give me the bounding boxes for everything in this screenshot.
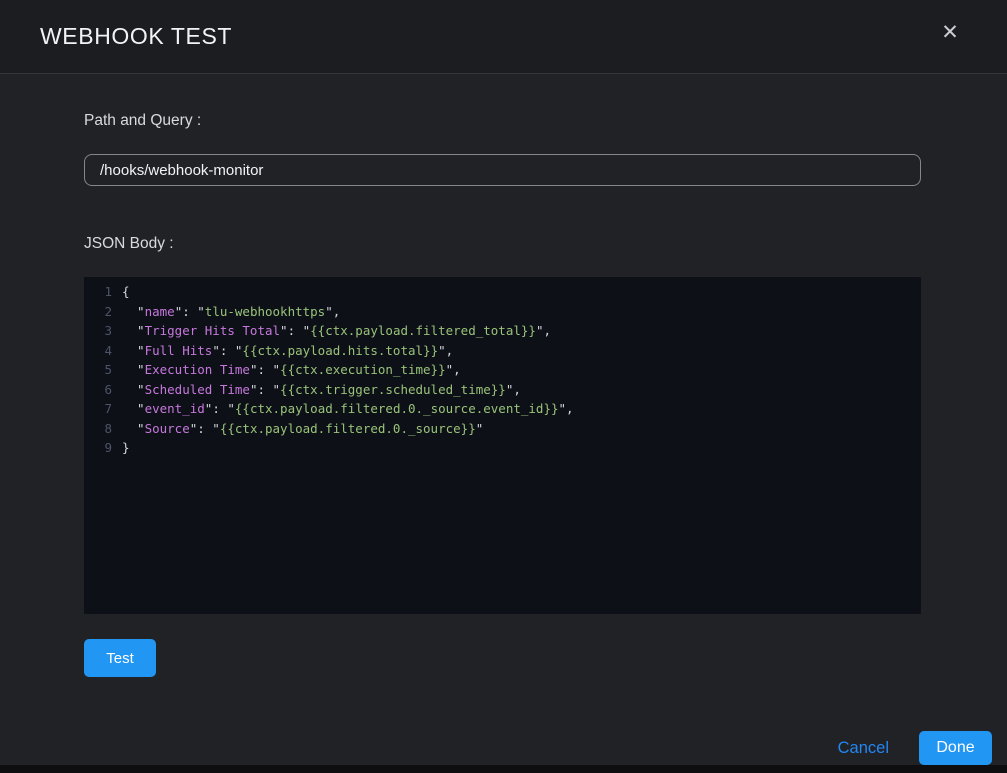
code-line: 3 "Trigger Hits Total": "{{ctx.payload.f… [84, 321, 921, 341]
dialog-footer: Cancel Done [838, 731, 992, 765]
line-number: 2 [84, 302, 112, 322]
line-number: 1 [84, 282, 112, 302]
code-text: "Execution Time": "{{ctx.execution_time}… [112, 360, 461, 380]
code-text: "event_id": "{{ctx.payload.filtered.0._s… [112, 399, 574, 419]
code-line: 9} [84, 438, 921, 458]
code-line: 7 "event_id": "{{ctx.payload.filtered.0.… [84, 399, 921, 419]
line-number: 5 [84, 360, 112, 380]
code-text: { [112, 282, 130, 302]
dialog-body: Path and Query : JSON Body : 1{2 "name":… [0, 74, 1007, 677]
done-button[interactable]: Done [919, 731, 992, 765]
dialog-header: WEBHOOK TEST ✕ [0, 0, 1007, 74]
line-number: 7 [84, 399, 112, 419]
line-number: 9 [84, 438, 112, 458]
code-text: "Scheduled Time": "{{ctx.trigger.schedul… [112, 380, 521, 400]
code-text: } [112, 438, 130, 458]
line-number: 3 [84, 321, 112, 341]
path-and-query-input[interactable] [84, 154, 921, 186]
page-background-edge [0, 765, 1007, 773]
code-line: 1{ [84, 282, 921, 302]
code-text: "Source": "{{ctx.payload.filtered.0._sou… [112, 419, 483, 439]
code-text: "Full Hits": "{{ctx.payload.hits.total}}… [112, 341, 453, 361]
code-line: 8 "Source": "{{ctx.payload.filtered.0._s… [84, 419, 921, 439]
webhook-test-dialog: WEBHOOK TEST ✕ Path and Query : JSON Bod… [0, 0, 1007, 773]
close-icon[interactable]: ✕ [937, 20, 963, 46]
line-number: 4 [84, 341, 112, 361]
code-line: 6 "Scheduled Time": "{{ctx.trigger.sched… [84, 380, 921, 400]
code-line: 5 "Execution Time": "{{ctx.execution_tim… [84, 360, 921, 380]
dialog-title: WEBHOOK TEST [40, 23, 232, 50]
code-line: 2 "name": "tlu-webhookhttps", [84, 302, 921, 322]
json-body-editor[interactable]: 1{2 "name": "tlu-webhookhttps",3 "Trigge… [84, 277, 921, 614]
code-text: "Trigger Hits Total": "{{ctx.payload.fil… [112, 321, 551, 341]
code-text: "name": "tlu-webhookhttps", [112, 302, 340, 322]
json-body-label: JSON Body : [84, 235, 921, 253]
path-and-query-label: Path and Query : [84, 112, 921, 130]
line-number: 6 [84, 380, 112, 400]
cancel-button[interactable]: Cancel [838, 739, 889, 758]
code-line: 4 "Full Hits": "{{ctx.payload.hits.total… [84, 341, 921, 361]
line-number: 8 [84, 419, 112, 439]
test-button[interactable]: Test [84, 639, 156, 677]
